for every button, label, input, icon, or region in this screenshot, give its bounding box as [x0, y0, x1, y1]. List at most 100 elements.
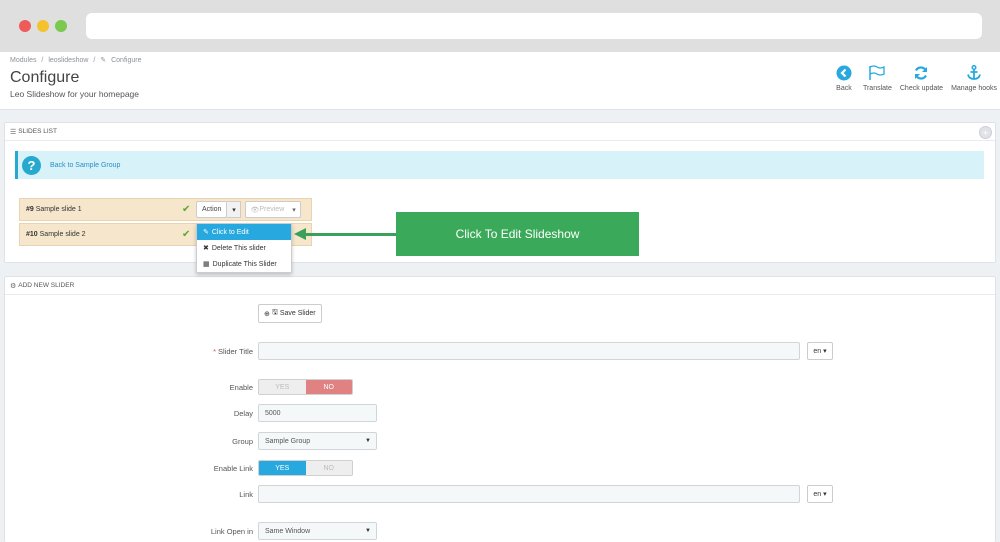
film-icon: ▦	[203, 261, 210, 268]
slider-title-label: * Slider Title	[5, 347, 253, 356]
check-update-label: Check update	[899, 85, 944, 92]
back-button[interactable]: Back	[833, 64, 855, 92]
action-button[interactable]: Action	[196, 201, 228, 218]
wrench-icon: ✎	[100, 57, 107, 64]
click-to-edit-item[interactable]: ✎ Click to Edit	[197, 224, 291, 240]
delete-slider-label: Delete This slider	[211, 244, 266, 252]
manage-hooks-label: Manage hooks	[951, 85, 997, 92]
breadcrumb-separator: /	[41, 57, 44, 64]
address-bar[interactable]	[86, 13, 982, 39]
enable-link-switch[interactable]: YES NO	[258, 460, 353, 476]
slides-list-panel: ☰ SLIDES LIST + ? Back to Sample Group #…	[4, 122, 996, 273]
click-to-edit-label: Click to Edit	[211, 228, 249, 236]
delete-slider-item[interactable]: ✖ Delete This slider	[197, 240, 291, 256]
page-title: Configure	[10, 69, 80, 86]
select-caret-icon: ▼	[365, 438, 371, 444]
link-open-label: Link Open in	[210, 527, 253, 536]
question-icon: ?	[22, 155, 41, 175]
delete-icon: ✖	[203, 245, 209, 252]
check-update-button[interactable]: Check update	[900, 64, 943, 92]
slide-name: Sample slide 2	[39, 231, 86, 238]
eye-icon: 👁	[250, 206, 260, 214]
close-window-dot[interactable]	[19, 20, 31, 32]
maximize-window-dot[interactable]	[55, 20, 67, 32]
link-open-select-value: Same Window	[265, 527, 311, 535]
link-lang-button[interactable]: en ▾	[807, 485, 833, 503]
refresh-icon	[910, 64, 932, 82]
lang-label: en	[813, 490, 822, 498]
minimize-window-dot[interactable]	[37, 20, 49, 32]
toolbar: Back Translate Check update Manage hooks	[825, 64, 997, 92]
delay-label: Delay	[233, 409, 253, 418]
edit-icon: ✎	[203, 229, 209, 236]
anchor-icon	[963, 64, 985, 82]
add-slider-title: ADD NEW SLIDER	[18, 282, 75, 289]
slide-title: #10 Sample slide 2	[26, 231, 182, 238]
select-caret-icon: ▼	[365, 528, 371, 534]
enable-link-no-option[interactable]: NO	[305, 461, 352, 475]
page-header: Modules / leoslideshow / ✎ Configure Con…	[0, 52, 1000, 110]
duplicate-slider-label: Duplicate This Slider	[212, 260, 277, 268]
page-subtitle: Leo Slideshow for your homepage	[10, 89, 139, 99]
required-asterisk: *	[213, 347, 216, 356]
link-input[interactable]	[258, 485, 800, 503]
slide-row[interactable]: #9 Sample slide 1 ✔ Action ▾ 👁 Preview ▾	[19, 198, 312, 221]
save-slider-button[interactable]: ⊕ 🖫 Save Slider	[258, 304, 322, 323]
callout-arrow-head	[294, 228, 306, 240]
breadcrumb-configure: Configure	[111, 57, 142, 64]
back-label: Back	[836, 85, 852, 92]
group-select[interactable]: Sample Group ▼	[258, 432, 377, 450]
active-check-icon[interactable]: ✔	[182, 204, 196, 215]
preview-label: Preview	[259, 206, 285, 213]
breadcrumb-leoslideshow[interactable]: leoslideshow	[48, 57, 88, 64]
enable-yes-option[interactable]: YES	[259, 380, 306, 394]
preview-button[interactable]: 👁 Preview ▾	[245, 201, 301, 218]
slide-name: Sample slide 1	[35, 206, 82, 213]
cogs-icon: ⚙	[10, 282, 17, 290]
browser-chrome	[0, 0, 1000, 52]
slide-title: #9 Sample slide 1	[26, 206, 182, 213]
preview-caret-icon: ▾	[292, 206, 296, 214]
translate-button[interactable]: Translate	[863, 64, 892, 92]
active-check-icon[interactable]: ✔	[182, 229, 196, 240]
action-caret-button[interactable]: ▾	[227, 201, 242, 218]
floppy-icon: 🖫	[271, 309, 278, 316]
breadcrumb: Modules / leoslideshow / ✎ Configure	[10, 56, 144, 64]
lang-label: en	[813, 347, 822, 355]
translate-label: Translate	[862, 85, 892, 92]
add-new-slider-panel: ⚙ ADD NEW SLIDER ⊕ 🖫 Save Slider * Slider…	[4, 276, 996, 542]
enable-no-option[interactable]: NO	[305, 380, 352, 394]
slider-title-input[interactable]	[258, 342, 800, 360]
back-alert: ? Back to Sample Group	[15, 151, 984, 179]
enable-link-label: Enable Link	[213, 464, 253, 473]
breadcrumb-separator: /	[93, 57, 96, 64]
action-dropdown-menu: ✎ Click to Edit ✖ Delete This slider ▦ D…	[196, 223, 292, 273]
save-slider-label: Save Slider	[279, 310, 316, 317]
breadcrumb-modules[interactable]: Modules	[10, 57, 36, 64]
link-label: Link	[239, 490, 253, 499]
group-label: Group	[232, 437, 253, 446]
enable-link-yes-option[interactable]: YES	[259, 461, 306, 475]
manage-hooks-button[interactable]: Manage hooks	[951, 64, 997, 92]
slider-title-lang-button[interactable]: en ▾	[807, 342, 833, 360]
duplicate-slider-item[interactable]: ▦ Duplicate This Slider	[197, 256, 291, 272]
group-select-value: Sample Group	[265, 437, 311, 445]
plus-circle-icon: ⊕	[264, 310, 270, 318]
list-icon: ☰	[10, 128, 17, 136]
flag-icon	[866, 64, 888, 82]
add-slider-header: ⚙ ADD NEW SLIDER	[5, 277, 995, 295]
enable-switch[interactable]: YES NO	[258, 379, 353, 395]
slide-id: #9	[26, 206, 34, 213]
callout-arrow-line	[305, 233, 397, 236]
link-open-select[interactable]: Same Window ▼	[258, 522, 377, 540]
collapse-panel-button[interactable]: +	[979, 126, 992, 139]
back-to-sample-group-link[interactable]: Back to Sample Group	[50, 162, 120, 169]
delay-input[interactable]: 5000	[258, 404, 377, 422]
slider-title-label-text: Slider Title	[217, 347, 253, 356]
back-arrow-icon	[833, 64, 855, 82]
slide-id: #10	[26, 231, 38, 238]
slides-list-title: SLIDES LIST	[18, 128, 57, 135]
click-to-edit-callout: Click To Edit Slideshow	[396, 212, 639, 256]
slides-list-header: ☰ SLIDES LIST	[5, 123, 995, 141]
enable-label: Enable	[229, 383, 253, 392]
